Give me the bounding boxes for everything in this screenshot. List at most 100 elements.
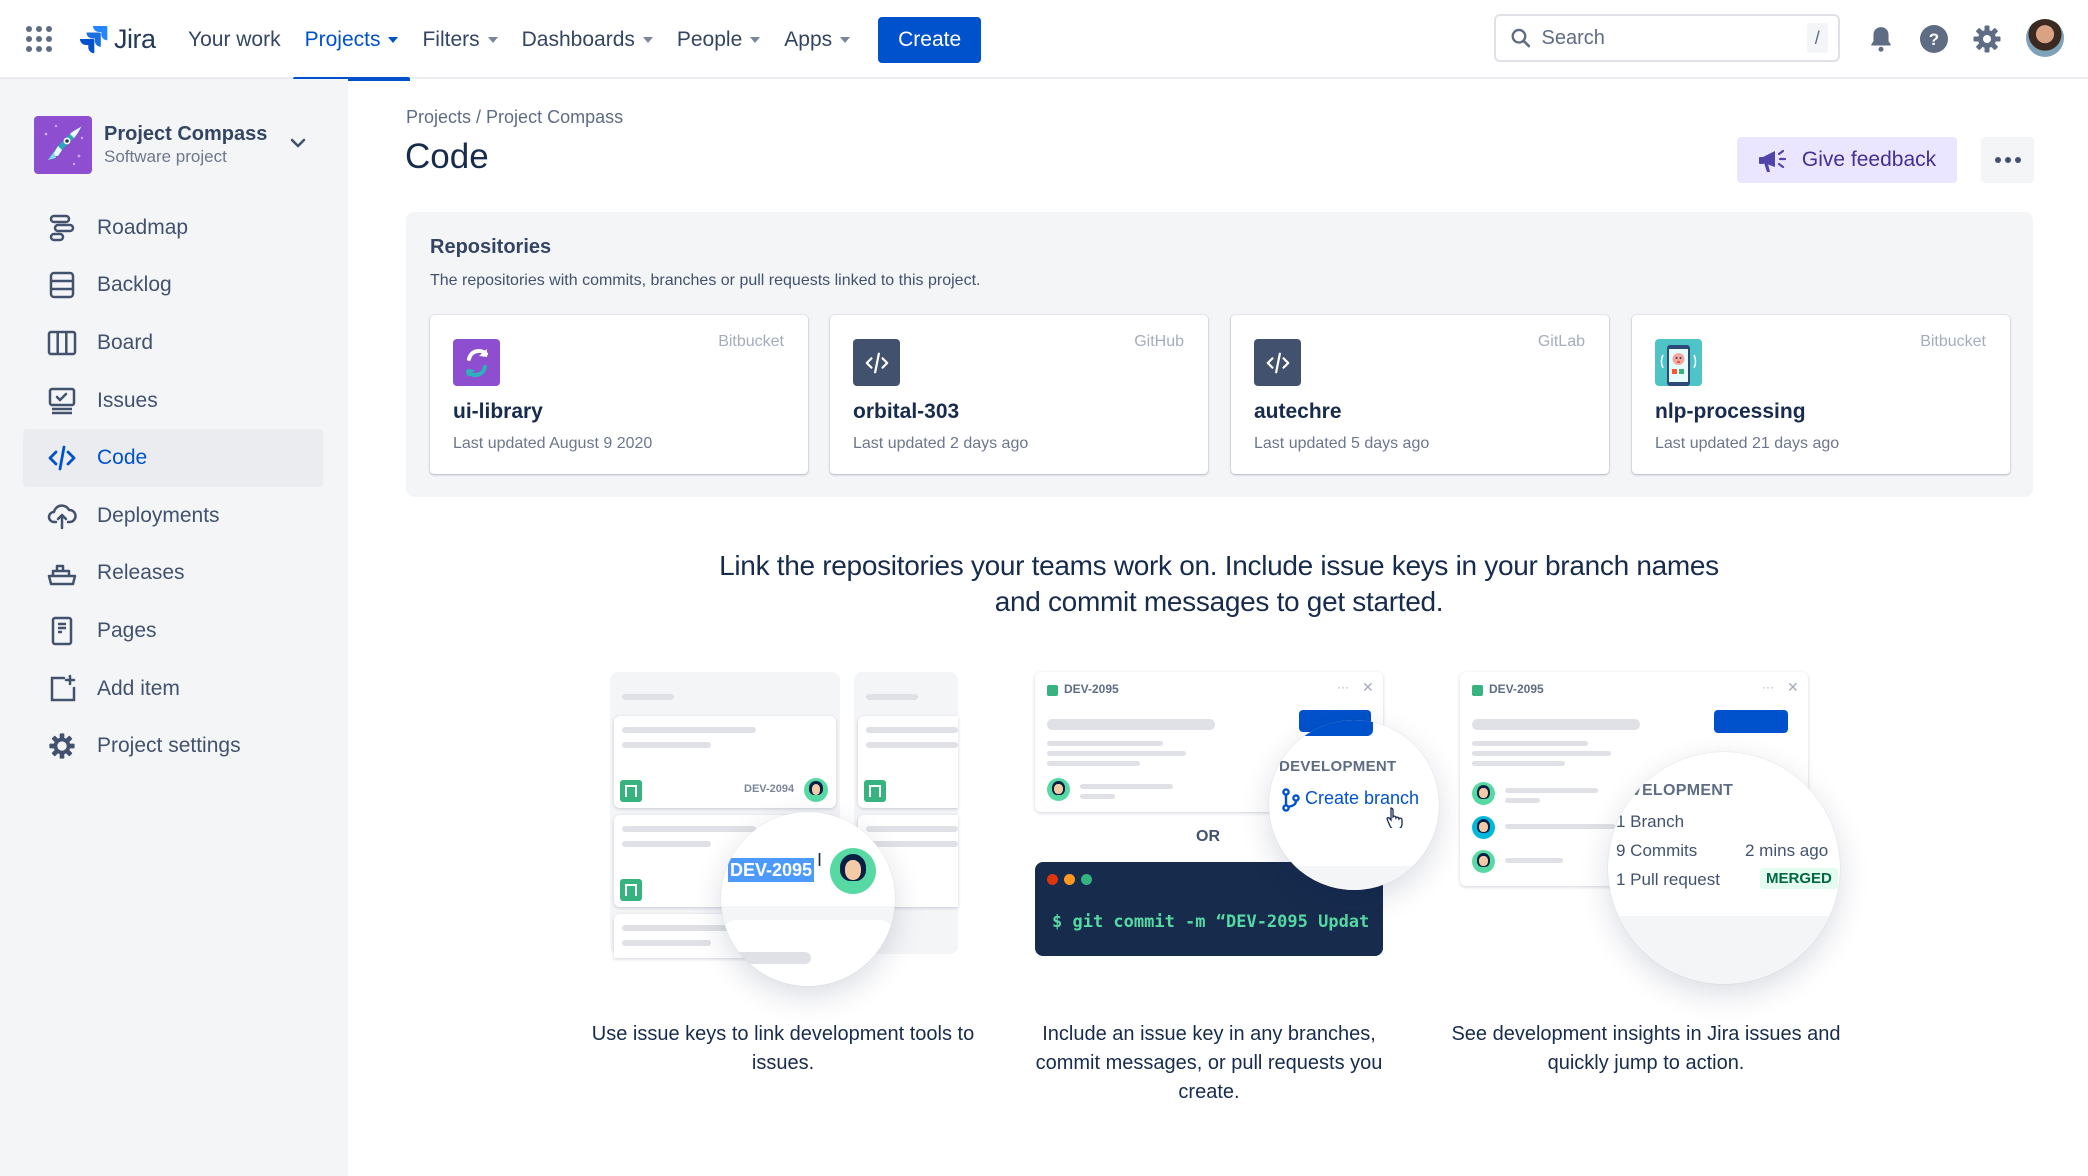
merged-status-badge: MERGED xyxy=(1760,868,1838,889)
reviewer-avatar xyxy=(1472,816,1495,839)
project-type: Software project xyxy=(104,147,227,166)
selected-issue-key: DEV-2095 xyxy=(728,858,815,882)
placeholder-line xyxy=(866,742,958,748)
sidebar-item-label: Pages xyxy=(97,618,157,642)
repo-host: Bitbucket xyxy=(718,333,784,350)
repo-name: autechre xyxy=(1254,400,1342,423)
placeholder-line xyxy=(1472,719,1640,730)
placeholder-line xyxy=(1472,751,1611,756)
sidebar-item-code[interactable]: Code xyxy=(23,429,323,487)
sidebar-item-add-item[interactable]: Add item xyxy=(23,660,323,718)
jira-logo[interactable]: Jira xyxy=(78,22,156,56)
placeholder-line xyxy=(1047,741,1163,746)
top-navigation-bar: Jira Your work Projects Filters Dashboar… xyxy=(0,0,2088,81)
sidebar-item-label: Project settings xyxy=(97,734,241,758)
repo-card-autechre[interactable]: GitLab autechre Last updated 5 days ago xyxy=(1231,315,1609,474)
sidebar-item-pages[interactable]: Pages xyxy=(23,602,323,660)
search-input[interactable] xyxy=(1541,26,1807,50)
placeholder-line xyxy=(622,841,711,847)
issues-icon xyxy=(47,386,77,416)
breadcrumb-projects-link[interactable]: Projects xyxy=(406,107,471,127)
search-box[interactable]: / xyxy=(1494,14,1840,62)
nav-apps[interactable]: Apps xyxy=(772,0,862,79)
jira-logo-icon xyxy=(80,26,108,54)
nav-projects[interactable]: Projects xyxy=(292,0,411,81)
sidebar-item-deployments[interactable]: Deployments xyxy=(23,487,323,545)
nav-people[interactable]: People xyxy=(665,0,772,79)
step-caption: Use issue keys to link development tools… xyxy=(591,1023,975,1074)
or-label: OR xyxy=(1196,828,1220,845)
placeholder-line xyxy=(1047,719,1215,730)
step-caption: Include an issue key in any branches, co… xyxy=(1035,1023,1383,1103)
sidebar-item-project-settings[interactable]: Project settings xyxy=(23,717,323,775)
sidebar-item-issues[interactable]: Issues xyxy=(23,372,323,430)
sidebar-item-roadmap[interactable]: Roadmap xyxy=(23,199,323,257)
story-icon xyxy=(620,780,642,802)
sidebar-nav: Roadmap Backlog Board Issues Code Deploy… xyxy=(23,199,323,775)
board-card xyxy=(858,716,958,808)
repo-name: nlp-processing xyxy=(1655,400,1806,423)
nav-label: People xyxy=(676,27,743,51)
commit-time: 2 mins ago xyxy=(1745,841,1829,860)
placeholder-line xyxy=(1505,824,1615,829)
branch-icon xyxy=(1282,788,1300,812)
repo-last-updated: Last updated 21 days ago xyxy=(1655,435,1840,452)
terminal-close-dot xyxy=(1047,874,1058,885)
repo-card-ui-library[interactable]: Bitbucket ui-library Last updated August… xyxy=(430,315,808,474)
placeholder-line xyxy=(866,727,958,733)
more-actions-button[interactable] xyxy=(1981,137,2034,183)
create-button[interactable]: Create xyxy=(878,16,982,63)
sidebar-item-releases[interactable]: Releases xyxy=(23,545,323,603)
repositories-title: Repositories xyxy=(430,236,552,258)
sidebar-item-label: Issues xyxy=(97,388,158,412)
app-switcher-icon[interactable] xyxy=(26,26,52,52)
settings-icon[interactable] xyxy=(1970,22,2004,56)
story-icon xyxy=(1047,685,1058,696)
chevron-down-icon xyxy=(642,36,653,43)
more-dot xyxy=(2004,157,2011,163)
nav-dashboards[interactable]: Dashboards xyxy=(510,0,665,79)
project-sidebar: Project Compass Software project Roadmap… xyxy=(0,79,348,1176)
assignee-avatar xyxy=(830,848,876,894)
pull-request-count: 1 Pull request xyxy=(1616,870,1720,889)
step-caption: See development insights in Jira issues … xyxy=(1451,1023,1841,1074)
chevron-down-icon[interactable] xyxy=(286,131,310,155)
nav-your-work[interactable]: Your work xyxy=(176,0,293,79)
notifications-icon[interactable] xyxy=(1864,22,1898,56)
repo-last-updated: Last updated 2 days ago xyxy=(853,435,1029,452)
releases-icon xyxy=(47,558,77,588)
project-switcher[interactable]: Project Compass Software project xyxy=(34,115,324,175)
sidebar-item-backlog[interactable]: Backlog xyxy=(23,257,323,315)
zoomed-footer xyxy=(1269,866,1439,890)
sidebar-item-board[interactable]: Board xyxy=(23,314,323,372)
placeholder-line xyxy=(721,952,811,964)
assignee-avatar xyxy=(1472,782,1495,805)
phone-repo-icon xyxy=(1655,339,1702,386)
app-name: Jira xyxy=(114,23,156,54)
help-icon[interactable]: ? xyxy=(1917,22,1951,56)
repo-card-nlp-processing[interactable]: Bitbucket nlp-processing Last updated 21… xyxy=(1632,315,2010,474)
magnifier-lens: DEV-2095 I xyxy=(721,812,895,986)
pages-icon xyxy=(47,616,77,646)
repo-card-orbital-303[interactable]: GitHub orbital-303 Last updated 2 days a… xyxy=(830,315,1208,474)
breadcrumb-project-link[interactable]: Project Compass xyxy=(486,107,623,127)
commit-count: 9 Commits xyxy=(1616,841,1698,860)
nav-filters[interactable]: Filters xyxy=(410,0,509,79)
close-icon: ✕ xyxy=(1787,679,1799,695)
repo-host: GitLab xyxy=(1537,333,1585,350)
profile-avatar[interactable] xyxy=(2026,19,2064,57)
placeholder-line xyxy=(1505,788,1598,793)
placeholder-line xyxy=(622,940,711,946)
repo-host: GitHub xyxy=(1134,333,1184,350)
placeholder-line xyxy=(1472,761,1565,766)
text-cursor-icon: I xyxy=(817,850,823,870)
more-icon: ··· xyxy=(1337,680,1349,694)
deployments-icon xyxy=(47,501,77,531)
project-rocket-icon xyxy=(34,116,92,174)
chevron-down-icon xyxy=(388,36,399,43)
placeholder-line xyxy=(1472,741,1588,746)
story-icon xyxy=(1472,685,1483,696)
give-feedback-button[interactable]: Give feedback xyxy=(1737,137,1957,183)
issue-key: DEV-2095 xyxy=(1489,682,1544,696)
chevron-down-icon xyxy=(840,36,851,43)
